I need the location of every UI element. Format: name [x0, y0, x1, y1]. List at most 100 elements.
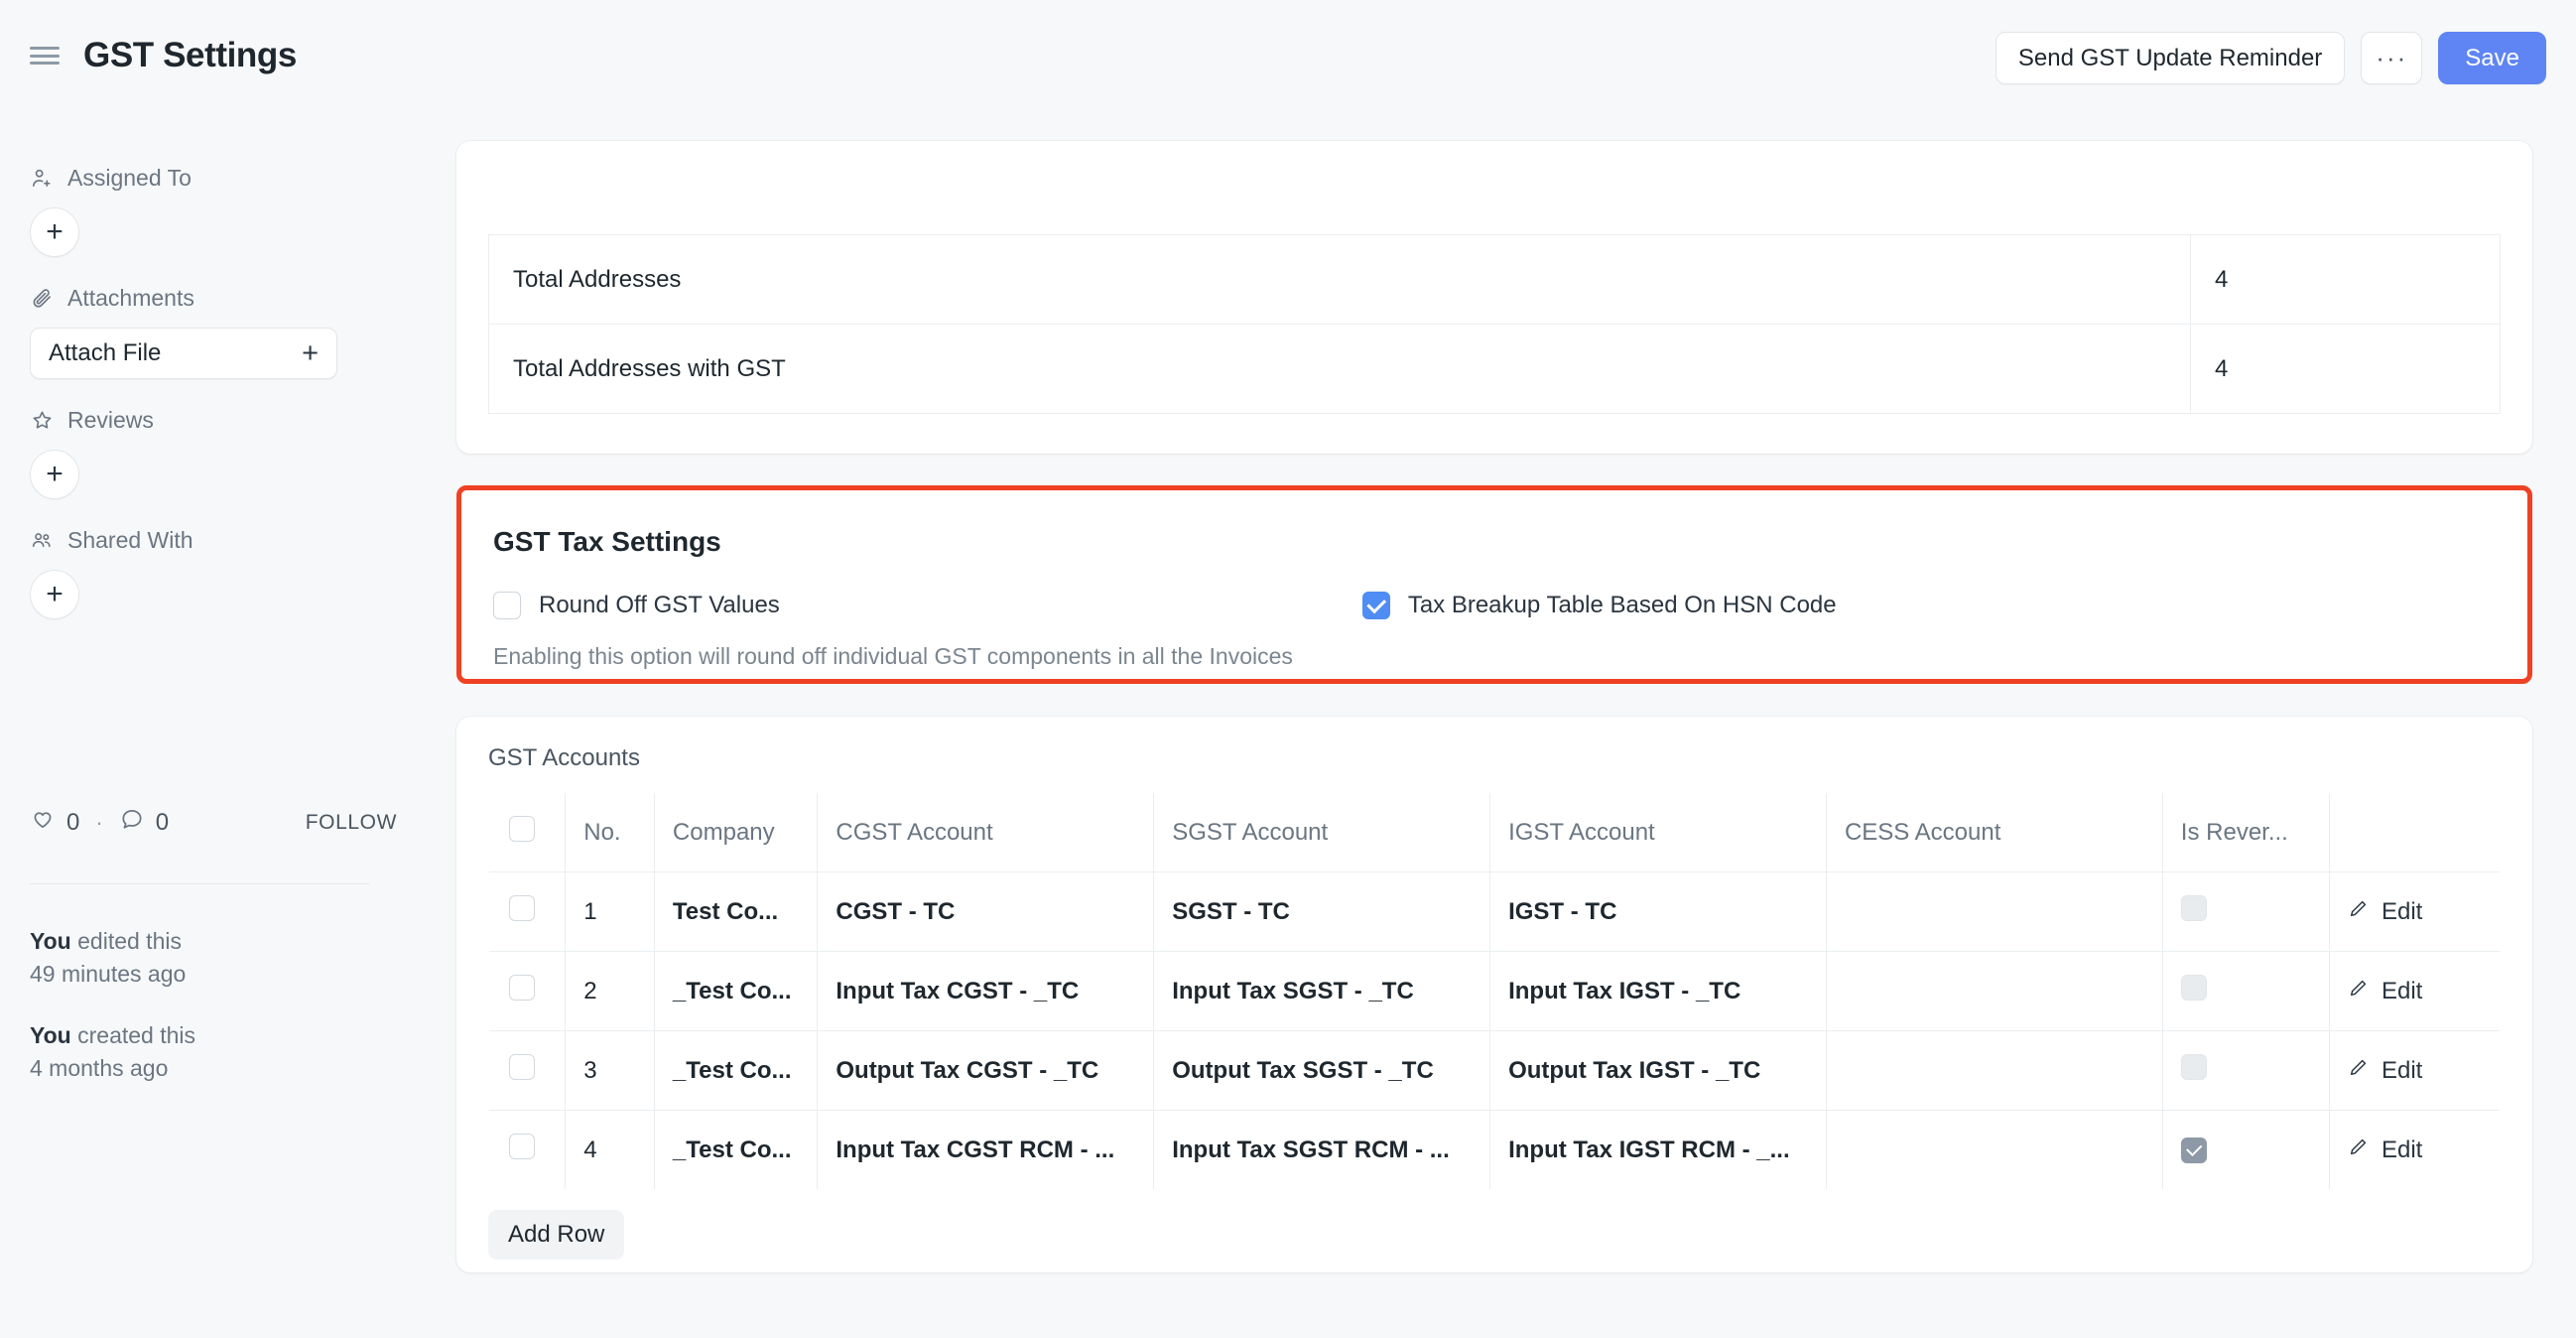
select-all-header[interactable]	[489, 793, 567, 872]
row-sgst-account[interactable]: SGST - TC	[1153, 871, 1491, 952]
row-is-reverse-charge-cell[interactable]	[2162, 1110, 2330, 1189]
row-select-cell[interactable]	[489, 951, 567, 1031]
is-reverse-charge-checkbox[interactable]	[2180, 975, 2207, 1001]
activity-actor: You	[30, 1021, 71, 1048]
total-addresses-value: 4	[2190, 234, 2501, 325]
row-select-cell[interactable]	[489, 1030, 567, 1111]
round-off-gst-values-checkbox[interactable]: Round Off GST Values	[493, 592, 780, 619]
row-company[interactable]: _Test Co...	[654, 951, 819, 1031]
table-row[interactable]: 1 Test Co... CGST - TC SGST - TC IGST - …	[489, 871, 2500, 952]
table-header-row: No. Company CGST Account SGST Account IG…	[489, 793, 2500, 872]
row-is-reverse-charge-cell[interactable]	[2162, 1030, 2330, 1111]
row-checkbox[interactable]	[509, 1134, 535, 1159]
total-addresses-with-gst-value: 4	[2190, 324, 2501, 414]
row-edit-cell[interactable]: Edit	[2329, 1030, 2500, 1111]
round-off-gst-values-label: Round Off GST Values	[539, 592, 780, 618]
top-bar-left: GST Settings	[30, 36, 297, 75]
gst-accounts-table: No. Company CGST Account SGST Account IG…	[488, 792, 2501, 1190]
row-edit-cell[interactable]: Edit	[2329, 871, 2500, 952]
gst-tax-settings-title: GST Tax Settings	[493, 526, 721, 557]
column-header-igst: IGST Account	[1489, 793, 1827, 872]
table-row[interactable]: 2 _Test Co... Input Tax CGST - _TC Input…	[489, 951, 2500, 1031]
sidebar: Assigned To + Attachments Attach File +	[0, 121, 456, 1338]
save-button[interactable]: Save	[2438, 32, 2546, 84]
top-bar-actions: Send GST Update Reminder ··· Save	[1995, 32, 2546, 84]
activity-item-edited: You edited this 49 minutes ago	[30, 925, 387, 992]
row-cess-account[interactable]	[1826, 1030, 2163, 1111]
row-edit-cell[interactable]: Edit	[2329, 951, 2500, 1031]
table-row: Total Addresses 4	[488, 234, 2501, 325]
row-sgst-account[interactable]: Input Tax SGST RCM - ...	[1153, 1110, 1491, 1189]
activity-action: created this	[70, 1021, 196, 1048]
is-reverse-charge-checkbox[interactable]	[2180, 1054, 2207, 1080]
table-row[interactable]: 3 _Test Co... Output Tax CGST - _TC Outp…	[489, 1030, 2500, 1111]
plus-icon: +	[302, 336, 319, 369]
pencil-icon	[2348, 977, 2370, 1005]
checkbox-box[interactable]	[1361, 592, 1390, 619]
column-header-sgst: SGST Account	[1153, 793, 1491, 872]
row-cess-account[interactable]	[1826, 871, 2163, 952]
top-bar: GST Settings Send GST Update Reminder ··…	[0, 0, 2576, 121]
edit-label: Edit	[2381, 1136, 2423, 1163]
row-igst-account[interactable]: Input Tax IGST RCM - _...	[1489, 1110, 1827, 1189]
star-icon	[30, 409, 54, 433]
row-cgst-account[interactable]: Input Tax CGST - _TC	[817, 951, 1155, 1031]
pencil-icon	[2348, 1056, 2370, 1085]
row-edit-cell[interactable]: Edit	[2329, 1111, 2500, 1190]
row-checkbox[interactable]	[509, 895, 535, 921]
send-gst-update-reminder-button[interactable]: Send GST Update Reminder	[1995, 32, 2346, 84]
edit-label: Edit	[2381, 977, 2423, 1004]
row-company[interactable]: Test Co...	[654, 871, 819, 952]
gst-accounts-title: GST Accounts	[488, 744, 640, 771]
select-all-checkbox[interactable]	[509, 816, 535, 842]
row-cess-account[interactable]	[1826, 951, 2163, 1031]
shared-with-header: Shared With	[30, 527, 417, 554]
row-select-cell[interactable]	[489, 1110, 567, 1189]
add-review-button[interactable]: +	[30, 450, 79, 499]
follow-button[interactable]: FOLLOW	[306, 811, 397, 835]
activity-time: 49 minutes ago	[30, 961, 187, 988]
like-control[interactable]: 0	[30, 806, 79, 839]
comment-count: 0	[155, 808, 170, 836]
activity-actor: You	[30, 928, 71, 954]
round-off-gst-values-hint: Enabling this option will round off indi…	[493, 643, 1293, 669]
shared-with-label: Shared With	[67, 527, 193, 553]
hamburger-icon[interactable]	[30, 44, 60, 67]
row-number: 3	[565, 1030, 655, 1111]
attach-file-button[interactable]: Attach File +	[30, 328, 337, 379]
row-cgst-account[interactable]: Input Tax CGST RCM - ...	[817, 1110, 1155, 1189]
row-number: 4	[565, 1110, 655, 1189]
gst-accounts-card: GST Accounts No. Company CGST Account SG…	[456, 717, 2532, 1272]
row-checkbox[interactable]	[509, 1054, 535, 1080]
row-cgst-account[interactable]: CGST - TC	[817, 871, 1155, 952]
tax-breakup-hsn-checkbox[interactable]: Tax Breakup Table Based On HSN Code	[1361, 592, 1837, 619]
more-options-button[interactable]: ···	[2361, 32, 2423, 84]
row-is-reverse-charge-cell[interactable]	[2162, 951, 2330, 1031]
comment-control[interactable]: 0	[119, 806, 169, 839]
activity-item-created: You created this 4 months ago	[30, 1019, 387, 1086]
row-igst-account[interactable]: Output Tax IGST - _TC	[1489, 1030, 1827, 1111]
edit-label: Edit	[2381, 897, 2423, 925]
reviews-label: Reviews	[67, 407, 154, 433]
row-igst-account[interactable]: IGST - TC	[1489, 871, 1827, 952]
row-cess-account[interactable]	[1826, 1110, 2163, 1189]
row-company[interactable]: _Test Co...	[654, 1030, 819, 1111]
reviews-header: Reviews	[30, 407, 417, 434]
table-row[interactable]: 4 _Test Co... Input Tax CGST RCM - ... I…	[489, 1110, 2500, 1190]
row-igst-account[interactable]: Input Tax IGST - _TC	[1489, 951, 1827, 1031]
row-select-cell[interactable]	[489, 871, 567, 952]
add-assignee-button[interactable]: +	[30, 207, 79, 257]
add-shared-user-button[interactable]: +	[30, 570, 79, 619]
row-sgst-account[interactable]: Output Tax SGST - _TC	[1153, 1030, 1491, 1111]
total-addresses-with-gst-label: Total Addresses with GST	[488, 324, 2191, 414]
row-sgst-account[interactable]: Input Tax SGST - _TC	[1153, 951, 1491, 1031]
row-company[interactable]: _Test Co...	[654, 1110, 819, 1189]
is-reverse-charge-checkbox[interactable]	[2180, 1137, 2207, 1163]
add-row-button[interactable]: Add Row	[488, 1210, 625, 1260]
row-is-reverse-charge-cell[interactable]	[2162, 871, 2330, 952]
row-cgst-account[interactable]: Output Tax CGST - _TC	[817, 1030, 1155, 1111]
row-checkbox[interactable]	[509, 975, 535, 1001]
row-number: 2	[565, 951, 655, 1031]
is-reverse-charge-checkbox[interactable]	[2180, 895, 2207, 921]
checkbox-box[interactable]	[493, 592, 521, 619]
